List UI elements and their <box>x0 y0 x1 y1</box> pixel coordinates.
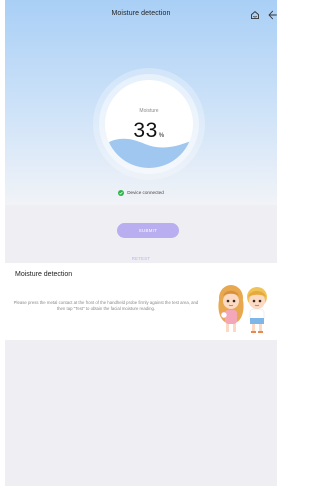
home-icon[interactable] <box>250 10 260 20</box>
gauge-label: Moisture <box>139 108 159 114</box>
gauge-unit: % <box>158 133 165 139</box>
page-title: Moisture detection <box>111 10 171 17</box>
card-description: Please press the metal contact at the fr… <box>13 300 199 311</box>
card-title: Moisture detection <box>15 271 73 278</box>
top-bar: Moisture detection <box>5 0 277 30</box>
device-status: Device connected <box>5 189 277 196</box>
gauge-value: 33% <box>105 119 193 143</box>
device-status-text: Device connected <box>127 190 164 196</box>
check-icon <box>118 189 125 196</box>
app-screen: Moisture detection Moisture 33% Device c… <box>5 0 277 486</box>
moisture-gauge: Moisture 33% <box>105 80 193 168</box>
gauge-number: 33 <box>133 119 158 142</box>
back-arrow-icon[interactable] <box>268 10 277 20</box>
submit-button[interactable]: SUBMIT <box>117 223 179 238</box>
children-illustration <box>218 285 267 333</box>
retest-button[interactable]: RETEST <box>5 256 277 261</box>
